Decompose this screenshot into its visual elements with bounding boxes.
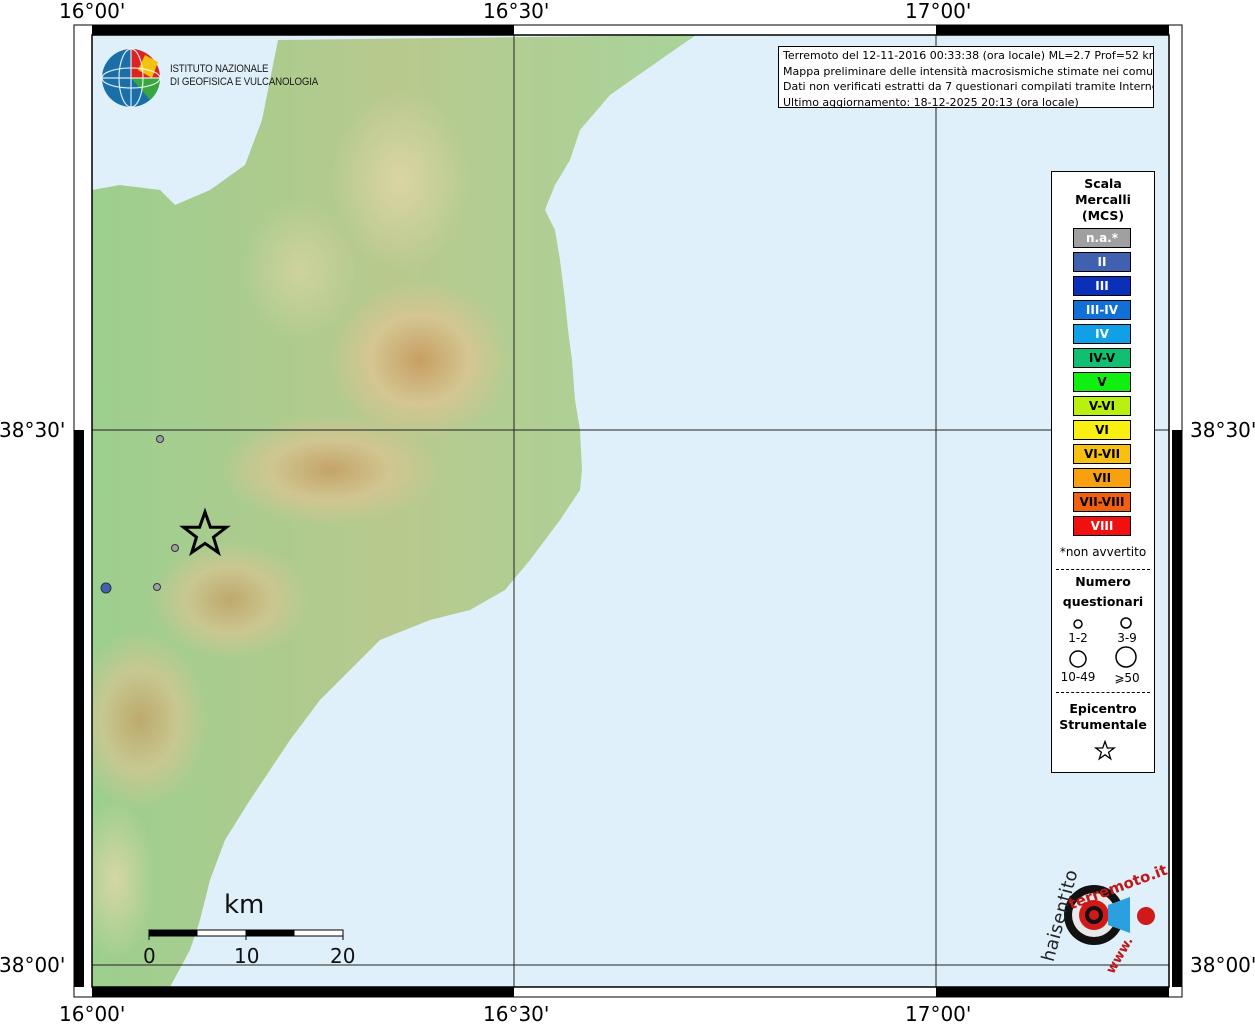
intensity-swatch: n.a.* — [1073, 228, 1131, 248]
epicenter-legend-star-icon — [1094, 740, 1116, 761]
institute-line-1: ISTITUTO NAZIONALE — [170, 63, 269, 75]
institute-name: ISTITUTO NAZIONALE DI GEOFISICA E VULCAN… — [170, 63, 318, 89]
intensity-swatch: V — [1073, 372, 1131, 392]
observation-point[interactable] — [171, 544, 179, 552]
size-circle-3-9 — [1120, 617, 1132, 629]
legend-panel: Scala Mercalli (MCS) n.a.* II III III-IV IV I… — [1051, 171, 1155, 773]
scale-unit-label: km — [224, 890, 265, 920]
intensity-swatch: VII — [1073, 468, 1131, 488]
legend-title-3: (MCS) — [1081, 208, 1125, 223]
legend-note: *non avvertito — [1059, 545, 1147, 559]
intensity-swatch: VIII — [1073, 516, 1131, 536]
ingv-logo-icon — [101, 48, 161, 108]
legend-separator — [1056, 569, 1150, 570]
intensity-swatch: II — [1073, 252, 1131, 272]
size-label-1-2: 1-2 — [1068, 631, 1088, 645]
lon-label-16-30-top: 16°30' — [483, 0, 550, 23]
observation-point[interactable] — [100, 582, 112, 594]
size-circle-50 — [1115, 646, 1137, 668]
scale-tick-20: 20 — [330, 944, 356, 968]
questionari-title-2: questionari — [1062, 594, 1144, 609]
relief — [92, 630, 210, 810]
epicentro-title-1: Epicentro — [1069, 701, 1137, 716]
event-info-line-1: Terremoto del 12-11-2016 00:33:38 (ora l… — [783, 49, 1154, 62]
scale-tick-10: 10 — [234, 944, 260, 968]
legend-title-1: Scala — [1084, 176, 1122, 191]
lon-label-17-00-bottom: 17°00' — [905, 1002, 972, 1026]
size-circle-10-49 — [1069, 650, 1087, 668]
intensity-swatch: VI-VII — [1073, 444, 1131, 464]
scale-tick-0: 0 — [143, 944, 156, 968]
institute-line-2: DI GEOFISICA E VULCANOLOGIA — [170, 76, 319, 88]
legend-separator — [1056, 692, 1150, 693]
event-info-line-4: Ultimo aggiornamento: 18-12-2025 20:13 (… — [783, 95, 1079, 108]
lat-label-38-30-left: 38°30' — [0, 418, 66, 442]
size-label-10-49: 10-49 — [1060, 670, 1096, 684]
relief — [92, 800, 155, 960]
intensity-swatch: III — [1073, 276, 1131, 296]
lon-label-16-30-bottom: 16°30' — [483, 1002, 550, 1026]
intensity-swatch: V-VI — [1073, 396, 1131, 416]
legend-title-2: Mercalli — [1075, 192, 1131, 207]
questionari-title-1: Numero — [1075, 574, 1131, 589]
intensity-swatch: IV — [1073, 324, 1131, 344]
relief — [240, 200, 360, 340]
size-label-3-9: 3-9 — [1117, 631, 1137, 645]
lon-label-17-00-top: 17°00' — [905, 0, 972, 23]
relief — [330, 280, 510, 440]
intensity-swatch: IV-V — [1073, 348, 1131, 368]
size-label-50: ⩾50 — [1114, 671, 1140, 685]
observation-point[interactable] — [153, 583, 161, 591]
lat-label-38-30-right: 38°30' — [1190, 418, 1255, 442]
relief — [220, 415, 440, 525]
event-info-box: Terremoto del 12-11-2016 00:33:38 (ora l… — [778, 46, 1154, 108]
epicentro-title-2: Strumentale — [1059, 717, 1147, 732]
lon-label-16-00-top: 16°00' — [59, 0, 126, 23]
lat-label-38-00-left: 38°00' — [0, 953, 66, 977]
intensity-swatch: VII-VIII — [1073, 492, 1131, 512]
lat-label-38-00-right: 38°00' — [1190, 953, 1255, 977]
intensity-swatch: III-IV — [1073, 300, 1131, 320]
size-circle-1-2 — [1073, 619, 1083, 629]
lon-label-16-00-bottom: 16°00' — [59, 1002, 126, 1026]
intensity-swatch: VI — [1073, 420, 1131, 440]
event-info-line-3: Dati non verificati estratti da 7 questi… — [783, 80, 1154, 93]
event-info-line-2: Mappa preliminare delle intensità macros… — [783, 64, 1154, 78]
observation-point[interactable] — [156, 435, 164, 443]
